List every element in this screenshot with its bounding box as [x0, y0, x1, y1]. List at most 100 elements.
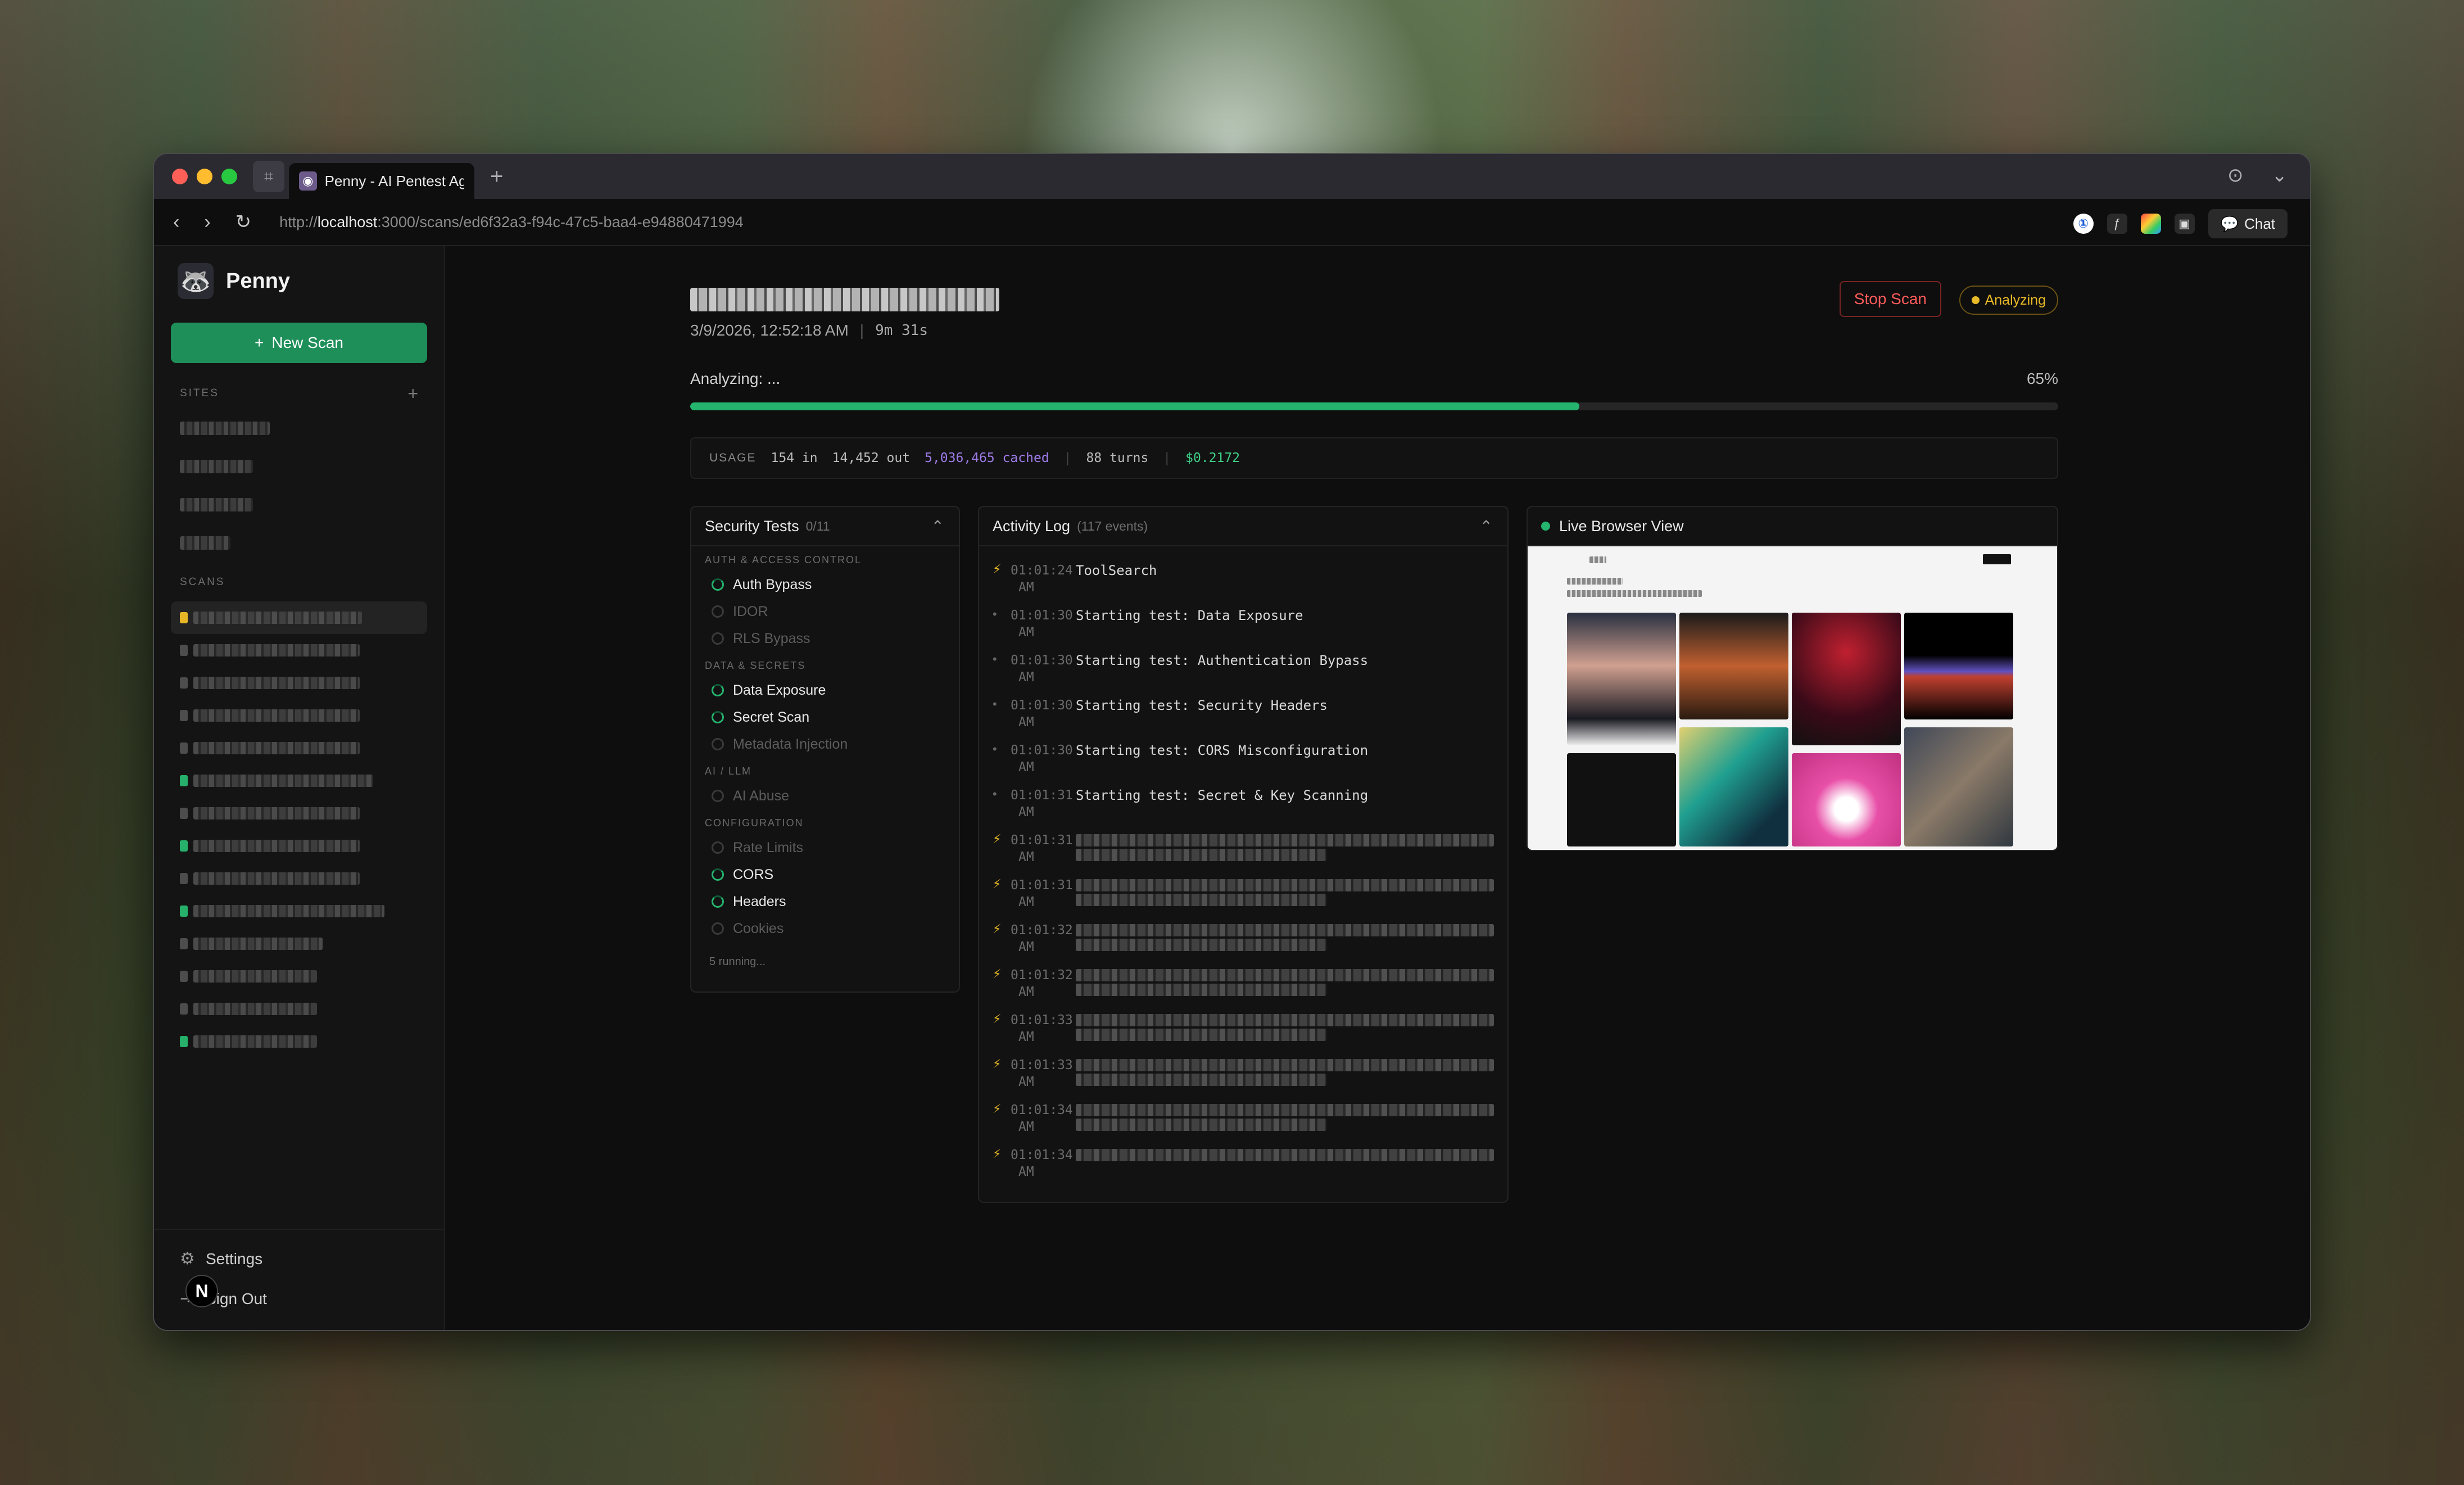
settings-link[interactable]: ⚙ Settings — [180, 1249, 418, 1269]
script-extension-icon[interactable]: ƒ — [2107, 214, 2127, 234]
site-item[interactable] — [180, 460, 253, 473]
test-item[interactable]: Metadata Injection — [691, 731, 959, 758]
close-window-button[interactable] — [172, 169, 188, 184]
extensions-icon[interactable]: ▣ — [2174, 214, 2195, 234]
scan-target-url — [690, 288, 999, 311]
usage-turns: 88 turns — [1086, 451, 1149, 465]
scan-item[interactable] — [171, 699, 427, 732]
scan-item[interactable] — [171, 1025, 427, 1058]
log-entry: • 01:01:30 AM Starting test: Authentication… — [979, 641, 1507, 686]
test-item[interactable]: Cookies — [691, 915, 959, 942]
log-time: 01:01:32 — [1011, 923, 1073, 938]
test-item[interactable]: Rate Limits — [691, 834, 959, 861]
forward-button[interactable]: › — [204, 211, 210, 233]
scan-item[interactable] — [171, 732, 427, 764]
scan-status-indicator — [180, 612, 188, 623]
new-tab-button[interactable]: + — [490, 164, 503, 189]
active-tab[interactable]: ◉ Penny - AI Pentest Age — [289, 163, 474, 199]
usage-output-tokens: 14,452 out — [832, 451, 911, 465]
scan-item[interactable] — [171, 895, 427, 927]
gear-icon: ⚙ — [180, 1249, 195, 1268]
scan-item[interactable] — [171, 601, 427, 634]
redacted-text — [1076, 1104, 1494, 1116]
bolt-icon: ⚡ — [993, 562, 1002, 576]
password-manager-icon[interactable]: ① — [2073, 214, 2094, 234]
site-item[interactable] — [180, 536, 230, 550]
log-timestamp: 01:01:30 AM — [1011, 607, 1076, 641]
status-badge: Analyzing — [1959, 286, 2058, 315]
color-extension-icon[interactable] — [2140, 214, 2161, 234]
test-item[interactable]: Secret Scan — [691, 704, 959, 731]
log-message — [1076, 922, 1494, 956]
test-item[interactable]: CORS — [691, 861, 959, 888]
chat-button[interactable]: 💬 Chat — [2208, 209, 2288, 238]
log-time: 01:01:30 — [1011, 653, 1073, 668]
chevron-up-icon[interactable]: ⌃ — [931, 517, 944, 536]
log-message: ToolSearch — [1076, 563, 1157, 578]
plus-icon: + — [255, 334, 264, 351]
log-timestamp: 01:01:32 AM — [1011, 922, 1076, 956]
test-item-label: IDOR — [733, 603, 768, 619]
pinned-tab[interactable]: ⌗ — [253, 161, 284, 192]
test-item[interactable]: RLS Bypass — [691, 625, 959, 652]
dev-badge[interactable]: N — [185, 1275, 218, 1307]
redacted-text — [1076, 1119, 1327, 1131]
scan-item[interactable] — [171, 830, 427, 862]
minimize-window-button[interactable] — [197, 169, 212, 184]
redacted-text — [1076, 1149, 1494, 1161]
url-host: localhost — [317, 213, 378, 230]
scans-label: SCANS — [180, 576, 225, 588]
log-message: Starting test: CORS Misconfiguration — [1076, 742, 1369, 758]
scan-item[interactable] — [171, 862, 427, 895]
progress-percent: 65% — [2026, 370, 2058, 387]
activity-log-header[interactable]: Activity Log (117 events) ⌃ — [979, 507, 1507, 546]
test-item[interactable]: IDOR — [691, 598, 959, 625]
scan-item-label — [193, 807, 360, 820]
log-ampm: AM — [1018, 760, 1034, 775]
raccoon-logo-icon: 🦝 — [178, 263, 214, 299]
chevron-down-icon[interactable]: ⌄ — [2272, 164, 2288, 187]
url-field[interactable]: http://localhost:3000/scans/ed6f32a3-f94… — [279, 214, 744, 231]
url-scheme: http:// — [279, 213, 318, 230]
usage-cost: $0.2172 — [1185, 451, 1240, 465]
scan-item[interactable] — [171, 797, 427, 830]
brand[interactable]: 🦝 Penny — [154, 246, 444, 316]
scan-item[interactable] — [171, 667, 427, 699]
scan-item[interactable] — [171, 960, 427, 993]
add-site-button[interactable]: + — [407, 383, 418, 404]
log-timestamp: 01:01:32 AM — [1011, 967, 1076, 1000]
site-item[interactable] — [180, 498, 253, 511]
test-item-label: RLS Bypass — [733, 630, 810, 646]
back-button[interactable]: ‹ — [173, 211, 179, 233]
live-indicator-icon — [1541, 522, 1550, 531]
scan-status-indicator — [180, 1003, 188, 1015]
sites-label: SITES — [180, 387, 219, 399]
live-browser-screen[interactable] — [1528, 546, 2057, 850]
scan-item[interactable] — [171, 764, 427, 797]
usage-separator: | — [1063, 451, 1072, 465]
security-tests-header[interactable]: Security Tests 0/11 ⌃ — [691, 507, 959, 546]
scan-item[interactable] — [171, 927, 427, 960]
new-scan-button[interactable]: + New Scan — [171, 323, 427, 363]
reload-button[interactable]: ↻ — [235, 211, 252, 233]
zoom-window-button[interactable] — [221, 169, 237, 184]
usage-separator: | — [1163, 451, 1171, 465]
log-entry: • 01:01:31 AM Starting test: Secret & Key S… — [979, 776, 1507, 821]
log-entry: ⚡ 01:01:34 AM — [979, 1135, 1507, 1180]
chevron-up-icon[interactable]: ⌃ — [1480, 517, 1493, 536]
scan-item[interactable] — [171, 993, 427, 1025]
scan-item-label — [193, 872, 360, 885]
stop-scan-button[interactable]: Stop Scan — [1839, 281, 1941, 317]
test-item[interactable]: Headers — [691, 888, 959, 915]
scan-item[interactable] — [171, 634, 427, 667]
usage-cached-tokens: 5,036,465 cached — [925, 451, 1049, 465]
site-item[interactable] — [180, 422, 270, 435]
test-item[interactable]: Auth Bypass — [691, 571, 959, 598]
scan-status-indicator — [180, 775, 188, 786]
download-icon[interactable]: ⊙ — [2227, 164, 2244, 187]
browser-window: ⌗ ◉ Penny - AI Pentest Age + ⊙ ⌄ ‹ › ↻ h… — [153, 153, 2311, 1331]
test-item[interactable]: Data Exposure — [691, 677, 959, 704]
test-item[interactable]: AI Abuse — [691, 782, 959, 809]
redacted-text — [1076, 969, 1494, 981]
log-time: 01:01:34 — [1011, 1103, 1073, 1117]
